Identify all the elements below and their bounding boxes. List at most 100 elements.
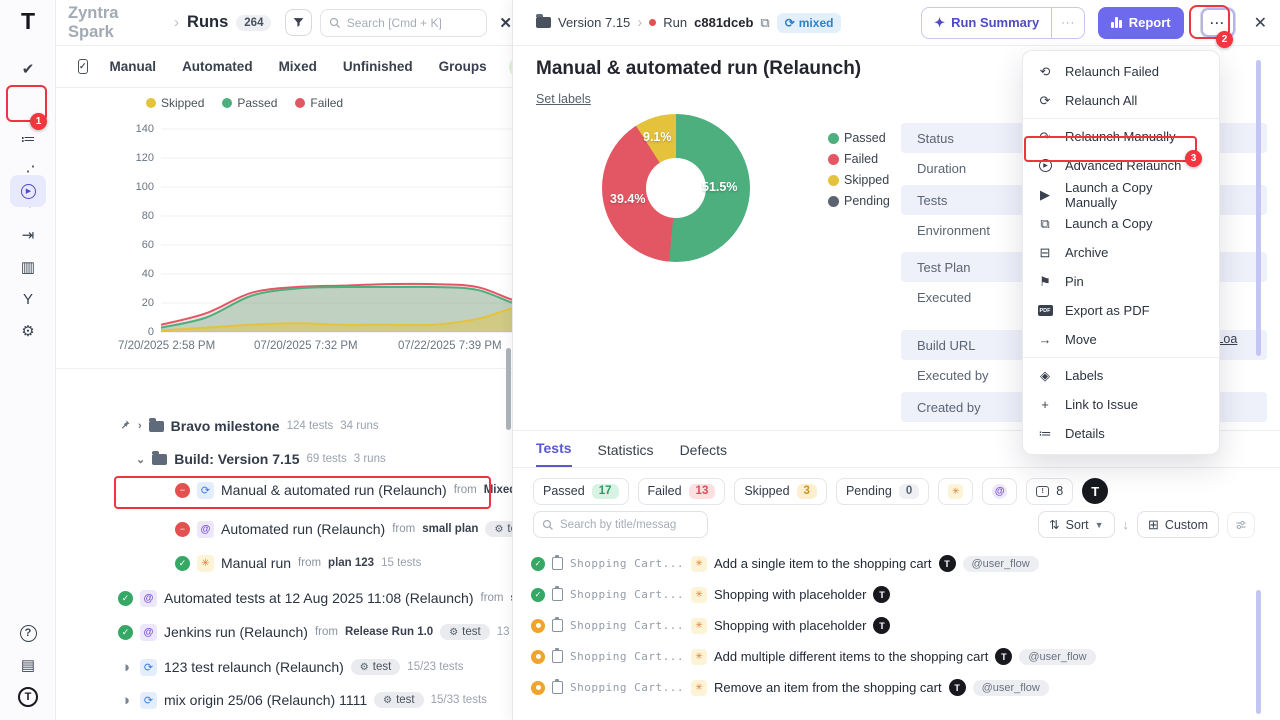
runs-history-chart — [148, 120, 512, 342]
close-search-icon[interactable]: ✕ — [499, 14, 512, 32]
test-row[interactable]: Shopping Cart...✳Remove an item from the… — [531, 672, 1251, 703]
menu-item-pin[interactable]: ⚑Pin — [1023, 267, 1219, 296]
tests-scrollbar[interactable] — [1256, 590, 1261, 714]
donut-legend-passed: Passed — [828, 131, 890, 145]
report-button[interactable]: Report — [1098, 7, 1183, 39]
menu-item-labels[interactable]: ◈Labels — [1023, 361, 1219, 390]
tree-row[interactable]: ✓@Jenkins run (Relaunch)fromRelease Run … — [118, 620, 512, 644]
close-panel-icon[interactable]: ✕ — [1254, 13, 1267, 33]
tab-unfinished[interactable]: Unfinished — [343, 59, 413, 74]
menu-item-export-pdf[interactable]: PDFExport as PDF — [1023, 296, 1219, 325]
menu-item-details[interactable]: ≔Details — [1023, 419, 1219, 448]
filter-chip-skipped[interactable]: Skipped3 — [734, 478, 827, 505]
left-scrollbar[interactable] — [506, 348, 511, 430]
bulk-select-icon[interactable]: ✓ — [78, 59, 88, 74]
breadcrumb-project[interactable]: Zyntra Spark — [68, 4, 166, 42]
test-row[interactable]: Shopping Cart...✳Add multiple different … — [531, 641, 1251, 672]
x-tick-label: 07/22/2025 7:39 PM — [398, 340, 502, 352]
chevron-icon[interactable]: ⌄ — [136, 453, 145, 466]
sort-direction-button[interactable]: ↓ — [1123, 517, 1130, 532]
status-passed-icon: ✓ — [118, 625, 133, 640]
tab-manual[interactable]: Manual — [110, 59, 157, 74]
menu-item-move[interactable]: →Move — [1023, 325, 1219, 354]
status-skipped-icon — [531, 650, 545, 664]
tab-groups[interactable]: Groups — [439, 59, 487, 74]
runs-search[interactable] — [320, 9, 488, 37]
tab-mixed[interactable]: Mixed — [279, 59, 317, 74]
tree-row[interactable]: −@Automated run (Relaunch)fromsmall plan… — [175, 517, 512, 541]
branch-icon[interactable]: Y — [0, 284, 56, 314]
tree-row[interactable]: ›Bravo milestone124 tests34 runs — [120, 414, 379, 438]
filter-chip-pending[interactable]: Pending0 — [836, 478, 929, 505]
set-labels-link[interactable]: Set labels — [536, 92, 591, 106]
run-summary-button[interactable]: ✦Run Summary — [922, 15, 1051, 31]
chevron-icon[interactable]: › — [138, 420, 142, 432]
menu-divider — [1023, 118, 1219, 119]
tree-row[interactable]: ◑⟳123 test relaunch (Relaunch)⚙test15/23… — [118, 655, 464, 679]
menu-item-relaunch-failed[interactable]: ⟲Relaunch Failed — [1023, 57, 1219, 86]
brand-icon[interactable]: T — [0, 682, 56, 712]
test-tag: @user_flow — [973, 680, 1049, 696]
test-row[interactable]: Shopping Cart...✳Shopping with placehold… — [531, 610, 1251, 641]
help-icon[interactable]: ? — [0, 618, 56, 648]
copy-icon[interactable]: ⧉ — [760, 15, 769, 31]
filter-chip-failed[interactable]: Failed13 — [638, 478, 726, 505]
assignee-avatar: T — [873, 586, 890, 603]
run-meta: 13 tests — [497, 626, 512, 638]
tree-row[interactable]: ◑⟳mix origin 25/06 (Relaunch) 1111⚙test1… — [118, 688, 487, 712]
user-avatar[interactable]: T — [1082, 478, 1108, 504]
donut-value-label: 51.5% — [702, 180, 737, 194]
tree-row[interactable]: ⌄Build: Version 7.1569 tests3 runs — [136, 447, 386, 471]
custom-view-button[interactable]: ⊞Custom — [1137, 511, 1219, 538]
tasks-check-icon[interactable]: ✔ — [0, 54, 56, 84]
tab-statistics[interactable]: Statistics — [598, 442, 654, 467]
tree-row[interactable]: −⟳Manual & automated run (Relaunch)fromM… — [175, 478, 512, 502]
import-icon[interactable]: ⇥ — [0, 220, 56, 250]
manual-test-icon: ✳ — [691, 618, 707, 634]
runs-list-panel: Zyntra Spark › Runs 264 ✕ ✓ ManualAutoma… — [56, 0, 512, 720]
tab-tests[interactable]: Tests — [536, 440, 572, 468]
suite-name: Shopping Cart... — [570, 650, 684, 663]
test-row[interactable]: ✓Shopping Cart...✳Add a single item to t… — [531, 548, 1251, 579]
column-settings-button[interactable] — [1227, 512, 1255, 538]
menu-item-link-to-issue[interactable]: +Link to Issue — [1023, 390, 1219, 419]
menu-item-launch-copy[interactable]: ⧉Launch a Copy — [1023, 209, 1219, 238]
detail-scrollbar[interactable] — [1256, 60, 1261, 356]
menu-item-launch-copy-manually[interactable]: ▶Launch a Copy Manually — [1023, 180, 1219, 209]
tests-search[interactable] — [533, 511, 708, 538]
search-input[interactable] — [347, 16, 467, 30]
filter-button[interactable] — [285, 9, 311, 36]
tab-defects[interactable]: Defects — [680, 442, 727, 467]
run-type-mixed-icon: ⟳ — [140, 692, 157, 709]
tree-row[interactable]: ✓@Automated tests at 12 Aug 2025 11:08 (… — [118, 586, 512, 610]
menu-item-relaunch-all[interactable]: ⟳Relaunch All — [1023, 86, 1219, 115]
run-detail-header: Version 7.15 › Run c881dceb ⧉ ⟳mixed ✦Ru… — [513, 0, 1280, 46]
tree-row[interactable]: ✓✳Manual runfromplan 12315 tests — [175, 551, 421, 575]
settings-icon[interactable]: ⚙ — [0, 316, 56, 346]
archive-icon: ⊟ — [1037, 245, 1053, 261]
menu-item-archive[interactable]: ⊟ Archive — [1023, 238, 1219, 267]
chip-count: 13 — [689, 484, 716, 499]
test-tag: @user_flow — [963, 556, 1039, 572]
run-type-mixed-icon: ⟳ — [140, 659, 157, 676]
analytics-icon[interactable]: ▥ — [0, 252, 56, 282]
projects-icon[interactable]: ▤ — [0, 650, 56, 680]
comments-filter-chip[interactable]: !8 — [1026, 478, 1073, 505]
run-summary-more-button[interactable]: ··· — [1051, 8, 1084, 38]
test-list-icon[interactable]: ≔ — [0, 124, 56, 154]
sidebar-item-runs-active[interactable]: ▶ — [10, 175, 46, 207]
tab-automated[interactable]: Automated — [182, 59, 253, 74]
run-summary-split-button: ✦Run Summary ··· — [921, 7, 1085, 39]
relaunch-failed-icon: ⟲ — [1037, 64, 1053, 80]
tests-search-input[interactable] — [560, 519, 695, 531]
run-folder-crumb[interactable]: Version 7.15 — [558, 15, 630, 30]
menu-item-relaunch-manually[interactable]: ↷Relaunch Manually — [1023, 122, 1219, 151]
menu-item-label: Archive — [1065, 245, 1108, 260]
move-icon: → — [1037, 332, 1053, 347]
sort-button[interactable]: ⇅Sort▼ — [1038, 511, 1114, 538]
test-row[interactable]: ✓Shopping Cart...✳Shopping with placehol… — [531, 579, 1251, 610]
manual-filter-chip[interactable]: ✳ — [938, 478, 973, 505]
automated-filter-chip[interactable]: @ — [982, 478, 1017, 505]
details-icon: ≔ — [1037, 426, 1053, 442]
filter-chip-passed[interactable]: Passed17 — [533, 478, 629, 505]
